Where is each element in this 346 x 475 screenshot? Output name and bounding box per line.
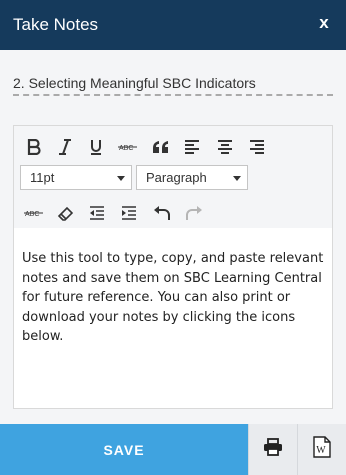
editor-body[interactable]: Use this tool to type, copy, and paste r… xyxy=(22,249,324,347)
panel-header: Take Notes x xyxy=(0,0,346,50)
align-right-icon[interactable] xyxy=(245,135,269,159)
indent-icon[interactable] xyxy=(117,201,141,225)
notes-panel: Take Notes x ABC xyxy=(0,0,346,475)
font-size-value: 11pt xyxy=(30,170,55,185)
print-icon xyxy=(263,438,283,461)
svg-text:ABC: ABC xyxy=(119,145,133,152)
align-center-icon[interactable] xyxy=(213,135,237,159)
download-word-button[interactable]: W xyxy=(297,424,346,475)
editor-toolbar-row: ABC xyxy=(14,198,332,228)
redo-icon[interactable] xyxy=(182,201,206,225)
eraser-icon[interactable] xyxy=(53,201,77,225)
word-glyph: W xyxy=(316,445,326,456)
rich-text-editor: ABC 11pt Paragraph ABC Use this tool to … xyxy=(13,125,333,409)
print-button[interactable] xyxy=(248,424,297,475)
editor-toolbar: ABC 11pt Paragraph xyxy=(14,126,332,206)
close-button[interactable]: x xyxy=(316,13,332,33)
note-title-input[interactable] xyxy=(13,72,333,96)
align-left-icon[interactable] xyxy=(180,135,204,159)
chevron-down-icon xyxy=(233,176,241,181)
bold-icon[interactable] xyxy=(22,135,46,159)
word-doc-icon: W xyxy=(313,436,331,463)
save-button[interactable]: SAVE xyxy=(0,424,248,475)
outdent-icon[interactable] xyxy=(85,201,109,225)
panel-title: Take Notes xyxy=(13,15,99,34)
remove-format-icon[interactable]: ABC xyxy=(22,201,46,225)
chevron-down-icon xyxy=(117,176,125,181)
svg-text:ABC: ABC xyxy=(25,211,39,218)
undo-icon[interactable] xyxy=(150,201,174,225)
format-value: Paragraph xyxy=(146,170,207,185)
underline-icon[interactable] xyxy=(84,135,108,159)
italic-icon[interactable] xyxy=(53,135,77,159)
blockquote-icon[interactable] xyxy=(149,135,173,159)
format-select[interactable]: Paragraph xyxy=(136,165,248,190)
font-size-select[interactable]: 11pt xyxy=(20,165,132,190)
strikethrough-icon[interactable]: ABC xyxy=(116,135,140,159)
